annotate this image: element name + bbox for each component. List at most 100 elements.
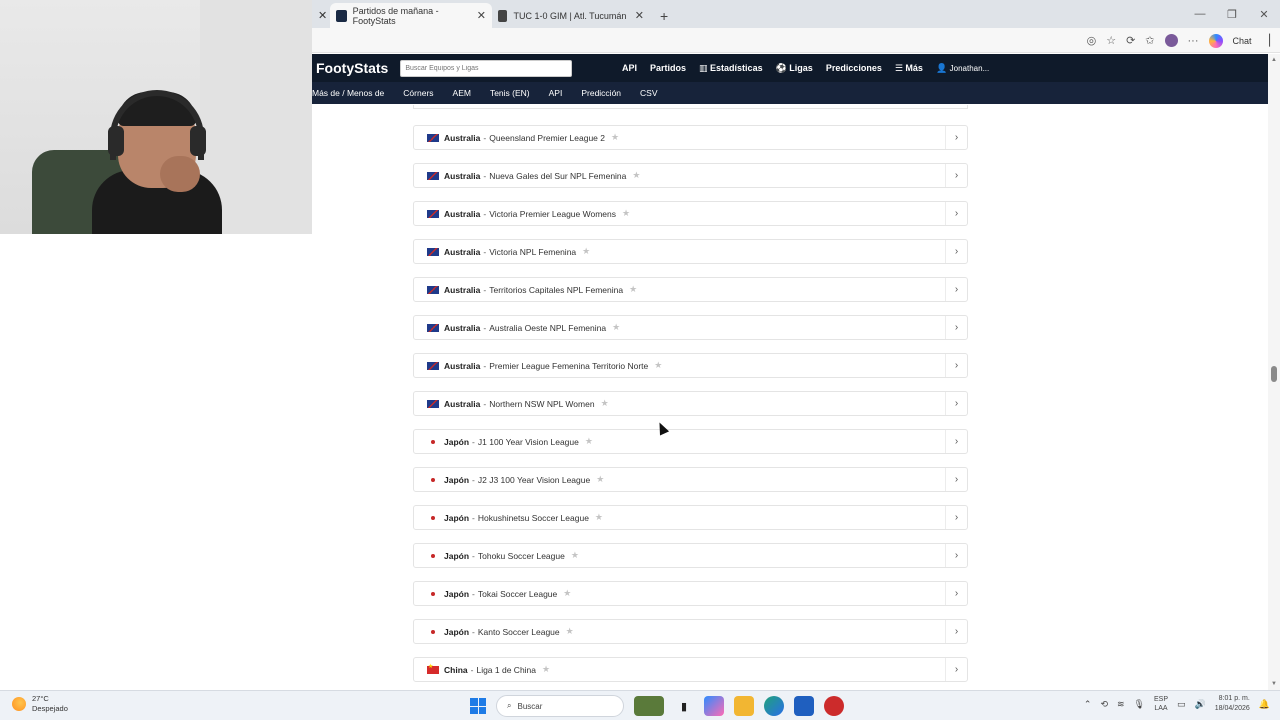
subnav-tenis[interactable]: Tenis (EN) [490, 88, 530, 98]
scroll-down-icon[interactable]: ▼ [1268, 678, 1280, 690]
favorite-star-icon[interactable]: ★ [611, 132, 619, 143]
network-icon[interactable]: ≋ [1117, 699, 1125, 710]
profile-avatar[interactable] [1164, 34, 1178, 47]
league-row[interactable]: Australia - Northern NSW NPL Women ★ › [413, 391, 968, 416]
weather-widget[interactable]: 27°C Despejado [12, 694, 68, 714]
subnav-api[interactable]: API [549, 88, 563, 98]
chat-button[interactable]: Chat [1233, 36, 1252, 46]
copilot-app-icon[interactable] [704, 696, 724, 716]
favorites-icon[interactable]: ✩ [1145, 34, 1154, 47]
more-icon[interactable]: ··· [1188, 35, 1199, 47]
favorite-star-icon[interactable]: ★ [563, 588, 571, 599]
favorite-star-icon[interactable]: ★ [571, 550, 579, 561]
league-row[interactable]: Japón - Kanto Soccer League ★ › [413, 619, 968, 644]
favorite-star-icon[interactable]: ★ [612, 322, 620, 333]
volume-icon[interactable]: 🔊 [1195, 699, 1206, 710]
battery-icon[interactable]: ▭ [1177, 699, 1186, 710]
league-row[interactable]: Australia - Nueva Gales del Sur NPL Femeni… [413, 163, 968, 188]
nav-partidos[interactable]: Partidos [650, 63, 686, 73]
league-row[interactable]: Japón - J1 100 Year Vision League ★ › [413, 429, 968, 454]
league-row[interactable]: Japón - Tokai Soccer League ★ › [413, 581, 968, 606]
close-window-icon[interactable]: ✕ [1248, 0, 1280, 28]
favorite-star-icon[interactable]: ★ [629, 284, 637, 295]
reader-icon[interactable]: ◎ [1087, 34, 1097, 47]
favorite-star-icon[interactable]: ★ [654, 360, 662, 371]
nav-api[interactable]: API [622, 63, 637, 73]
subnav-corners[interactable]: Córners [403, 88, 433, 98]
chevron-right-icon[interactable]: › [945, 316, 967, 339]
tab-partidos[interactable]: Partidos de mañana - FootyStats ✕ [330, 3, 492, 28]
chevron-right-icon[interactable]: › [945, 544, 967, 567]
favorite-star-icon[interactable]: ★ [622, 208, 630, 219]
close-tab-icon[interactable]: ✕ [635, 9, 644, 22]
favorite-star-icon[interactable]: ★ [582, 246, 590, 257]
league-row[interactable]: Australia - Victoria Premier League Womens… [413, 201, 968, 226]
league-row[interactable]: China-Liga 1 de China ★ › [413, 657, 968, 682]
league-row[interactable]: Australia - Premier League Femenina Territ… [413, 353, 968, 378]
language-indicator[interactable]: ESP LAA [1154, 695, 1168, 713]
favorite-star-icon[interactable]: ★ [595, 512, 603, 523]
league-row[interactable]: Australia - Queensland Premier League 2 ★ › [413, 125, 968, 150]
favorite-star-icon[interactable]: ★ [542, 664, 550, 675]
subnav-csv[interactable]: CSV [640, 88, 657, 98]
chevron-right-icon[interactable]: › [945, 430, 967, 453]
search-input[interactable] [400, 59, 573, 77]
scroll-up-icon[interactable]: ▲ [1268, 54, 1280, 66]
taskbar-search[interactable]: ⌕ Buscar [496, 695, 624, 717]
chevron-right-icon[interactable]: › [945, 202, 967, 225]
maximize-icon[interactable]: ❐ [1216, 0, 1248, 28]
mic-icon[interactable]: 🎙 [1134, 699, 1145, 710]
minimize-icon[interactable]: — [1184, 0, 1216, 28]
sidebar-icon[interactable]: ▕ [1262, 34, 1270, 47]
chevron-right-icon[interactable]: › [945, 620, 967, 643]
chevron-right-icon[interactable]: › [945, 658, 967, 681]
chevron-up-icon[interactable]: ⌃ [1084, 699, 1092, 710]
league-row[interactable]: Japón - J2 J3 100 Year Vision League ★ › [413, 467, 968, 492]
nav-user[interactable]: 👤 Jonathan... [936, 63, 989, 74]
clock[interactable]: 8:01 p. m. 18/04/2026 [1215, 694, 1250, 714]
tab-tucuman[interactable]: TUC 1-0 GIM | Atl. Tucumán vs Gim ✕ [492, 3, 650, 28]
sync-icon[interactable]: ⟲ [1100, 699, 1108, 710]
subnav-prediccion[interactable]: Predicción [581, 88, 621, 98]
favorite-star-icon[interactable]: ★ [596, 474, 604, 485]
favorite-star-icon[interactable]: ☆ [1106, 34, 1116, 47]
task-view-icon[interactable]: ▮ [674, 696, 694, 716]
chevron-right-icon[interactable]: › [945, 126, 967, 149]
league-row[interactable]: Japón - Hokushinetsu Soccer League ★ › [413, 505, 968, 530]
file-explorer-icon[interactable] [734, 696, 754, 716]
subnav-mas-menos[interactable]: Más de / Menos de [312, 88, 384, 98]
close-tab-icon[interactable]: ✕ [312, 3, 330, 28]
refresh-icon[interactable]: ⟳ [1126, 34, 1135, 47]
chevron-right-icon[interactable]: › [945, 354, 967, 377]
nav-estadisticas[interactable]: ▥ Estadísticas [699, 63, 763, 74]
chevron-right-icon[interactable]: › [945, 468, 967, 491]
nav-ligas[interactable]: ⚽ Ligas [776, 63, 813, 74]
favorite-star-icon[interactable]: ★ [632, 170, 640, 181]
league-row[interactable]: Australia - Australia Oeste NPL Femenina ★ › [413, 315, 968, 340]
site-logo[interactable]: FootyStats [316, 60, 388, 76]
league-row[interactable]: Australia - Victoria NPL Femenina ★ › [413, 239, 968, 264]
league-row[interactable]: Japón - Tohoku Soccer League ★ › [413, 543, 968, 568]
close-tab-icon[interactable]: ✕ [477, 9, 486, 22]
subnav-aem[interactable]: AEM [453, 88, 471, 98]
recording-app-icon[interactable] [824, 696, 844, 716]
windows-start-icon[interactable] [470, 698, 486, 714]
nav-predicciones[interactable]: Predicciones [826, 63, 882, 73]
favorite-star-icon[interactable]: ★ [585, 436, 593, 447]
copilot-icon[interactable] [1208, 33, 1223, 48]
favorite-star-icon[interactable]: ★ [566, 626, 574, 637]
chevron-right-icon[interactable]: › [945, 506, 967, 529]
edge-browser-icon[interactable] [764, 696, 784, 716]
chevron-right-icon[interactable]: › [945, 164, 967, 187]
page-scrollbar[interactable]: ▲ ▼ [1268, 54, 1280, 690]
nav-mas[interactable]: ☰ Más [895, 63, 923, 74]
widget-image-icon[interactable] [634, 696, 664, 716]
new-tab-button[interactable]: + [654, 3, 674, 28]
scrollbar-thumb[interactable] [1271, 366, 1277, 382]
chevron-right-icon[interactable]: › [945, 240, 967, 263]
chevron-right-icon[interactable]: › [945, 392, 967, 415]
store-icon[interactable] [794, 696, 814, 716]
chevron-right-icon[interactable]: › [945, 582, 967, 605]
league-row[interactable]: Australia - Territorios Capitales NPL Feme… [413, 277, 968, 302]
notification-icon[interactable]: 🔔 [1259, 699, 1270, 710]
